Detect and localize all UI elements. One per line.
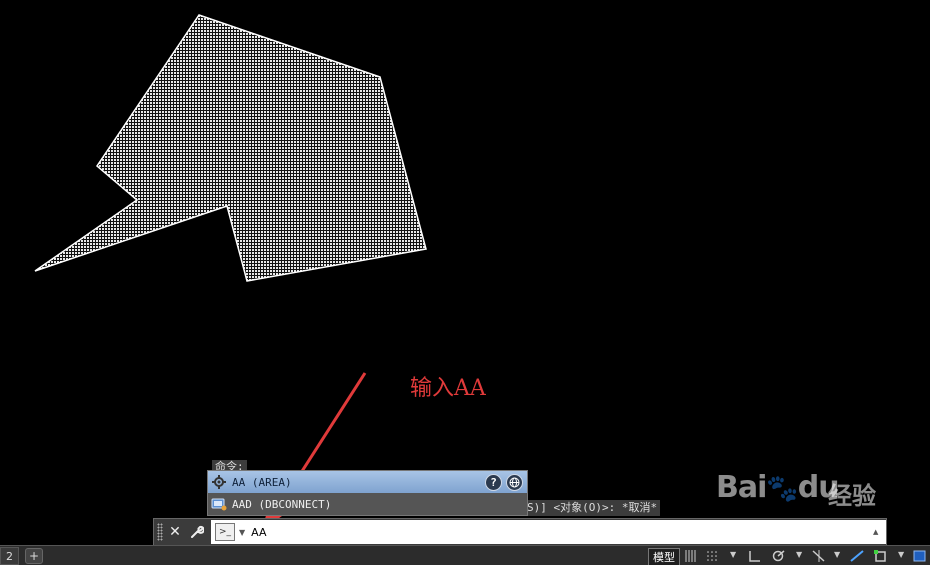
command-prompt-icon[interactable]: >_ <box>215 523 235 541</box>
watermark-cn: 经验 <box>828 482 876 510</box>
layout-tab[interactable]: 2 <box>0 547 19 565</box>
polar-icon[interactable] <box>770 548 788 564</box>
osnap-track-icon[interactable] <box>810 548 828 564</box>
hatched-polygon[interactable] <box>34 14 427 282</box>
status-bar: 2 + 模型 ▼ ▼ ▼ ▼ <box>0 545 930 565</box>
suggestion-item[interactable]: AA (AREA) ? <box>208 471 527 493</box>
chevron-down-icon[interactable]: ▼ <box>730 550 736 559</box>
scroll-up-icon[interactable]: ▲ <box>873 528 883 536</box>
add-layout-button[interactable]: + <box>25 548 43 564</box>
close-icon[interactable]: ✕ <box>165 522 185 542</box>
db-connect-icon <box>211 496 227 512</box>
chevron-down-icon[interactable]: ▼ <box>834 550 840 559</box>
gear-icon <box>211 474 227 490</box>
watermark-brand: Bai🐾du <box>716 470 840 505</box>
grid-icon[interactable] <box>682 548 700 564</box>
annotation-text: 输入AA <box>410 376 486 401</box>
drag-grip-icon[interactable] <box>157 523 163 541</box>
snap-icon[interactable] <box>704 548 722 564</box>
chevron-down-icon[interactable]: ▼ <box>796 550 802 559</box>
autocad-workspace: 输入AA 命令: S)] <对象(O)>: *取消* AA (AREA) ? A… <box>0 0 930 565</box>
dynamic-input-icon[interactable] <box>911 548 929 564</box>
lineweight-icon[interactable] <box>848 548 866 564</box>
suggestion-label: AA (AREA) <box>232 475 292 489</box>
suggestion-label: AAD (DBCONNECT) <box>232 497 332 511</box>
osnap-icon[interactable] <box>872 548 890 564</box>
help-icon[interactable]: ? <box>485 474 502 491</box>
autocomplete-list: AA (AREA) ? AAD (DBCONNECT) <box>207 470 528 516</box>
suggestion-item[interactable]: AAD (DBCONNECT) <box>208 493 527 515</box>
globe-icon[interactable] <box>506 474 523 491</box>
chevron-down-icon[interactable]: ▼ <box>898 550 904 559</box>
model-space-button[interactable]: 模型 <box>648 548 680 565</box>
chevron-down-icon[interactable]: ▼ <box>239 528 245 537</box>
command-history-tail: S)] <对象(O)>: *取消* <box>524 500 661 516</box>
wrench-icon[interactable] <box>187 522 207 542</box>
baidu-watermark: Bai🐾du 经验 <box>716 462 886 514</box>
watermark-url: jingyan.baidu.com <box>716 524 827 538</box>
ortho-icon[interactable] <box>746 548 764 564</box>
